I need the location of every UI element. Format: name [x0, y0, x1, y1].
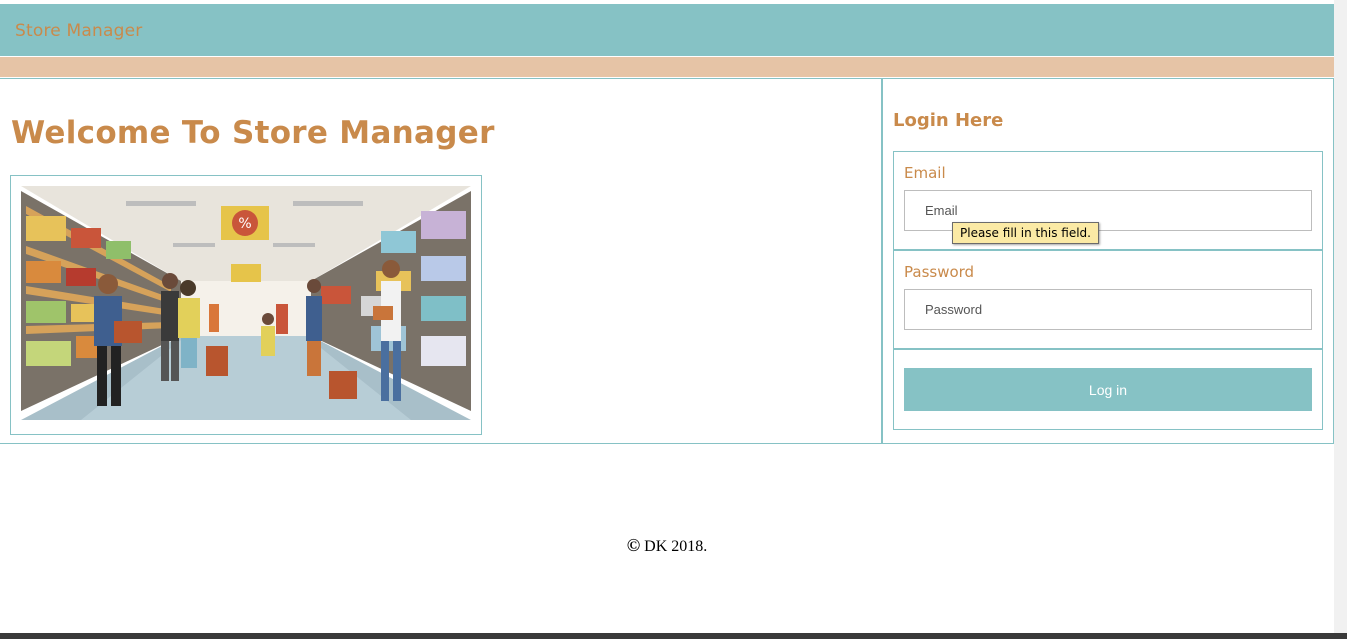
password-input[interactable] — [904, 289, 1312, 330]
navbar: Store Manager — [0, 4, 1334, 56]
main-section: Welcome To Store Manager % Login Here Em… — [0, 78, 1334, 444]
taskbar-edge — [0, 633, 1347, 639]
supermarket-illustration: % — [21, 186, 471, 420]
footer-text: DK 2018. — [644, 538, 708, 555]
password-label: Password — [904, 263, 975, 281]
vertical-scrollbar[interactable] — [1334, 0, 1347, 639]
login-button[interactable]: Log in — [904, 368, 1312, 411]
footer: © DK 2018. — [0, 535, 1334, 556]
store-image-frame: % — [10, 175, 482, 435]
login-form: Email Password Log in — [893, 151, 1323, 430]
validation-tooltip: Please fill in this field. — [952, 222, 1099, 244]
brand-link[interactable]: Store Manager — [15, 21, 142, 41]
login-title: Login Here — [893, 110, 1004, 131]
svg-text:%: % — [238, 216, 251, 232]
email-label: Email — [904, 164, 946, 182]
page-title: Welcome To Store Manager — [11, 115, 495, 151]
header-stripe — [0, 57, 1334, 77]
column-divider — [881, 79, 883, 443]
copyright-icon: © — [626, 535, 641, 555]
form-row-divider — [894, 249, 1322, 251]
form-row-divider — [894, 348, 1322, 350]
